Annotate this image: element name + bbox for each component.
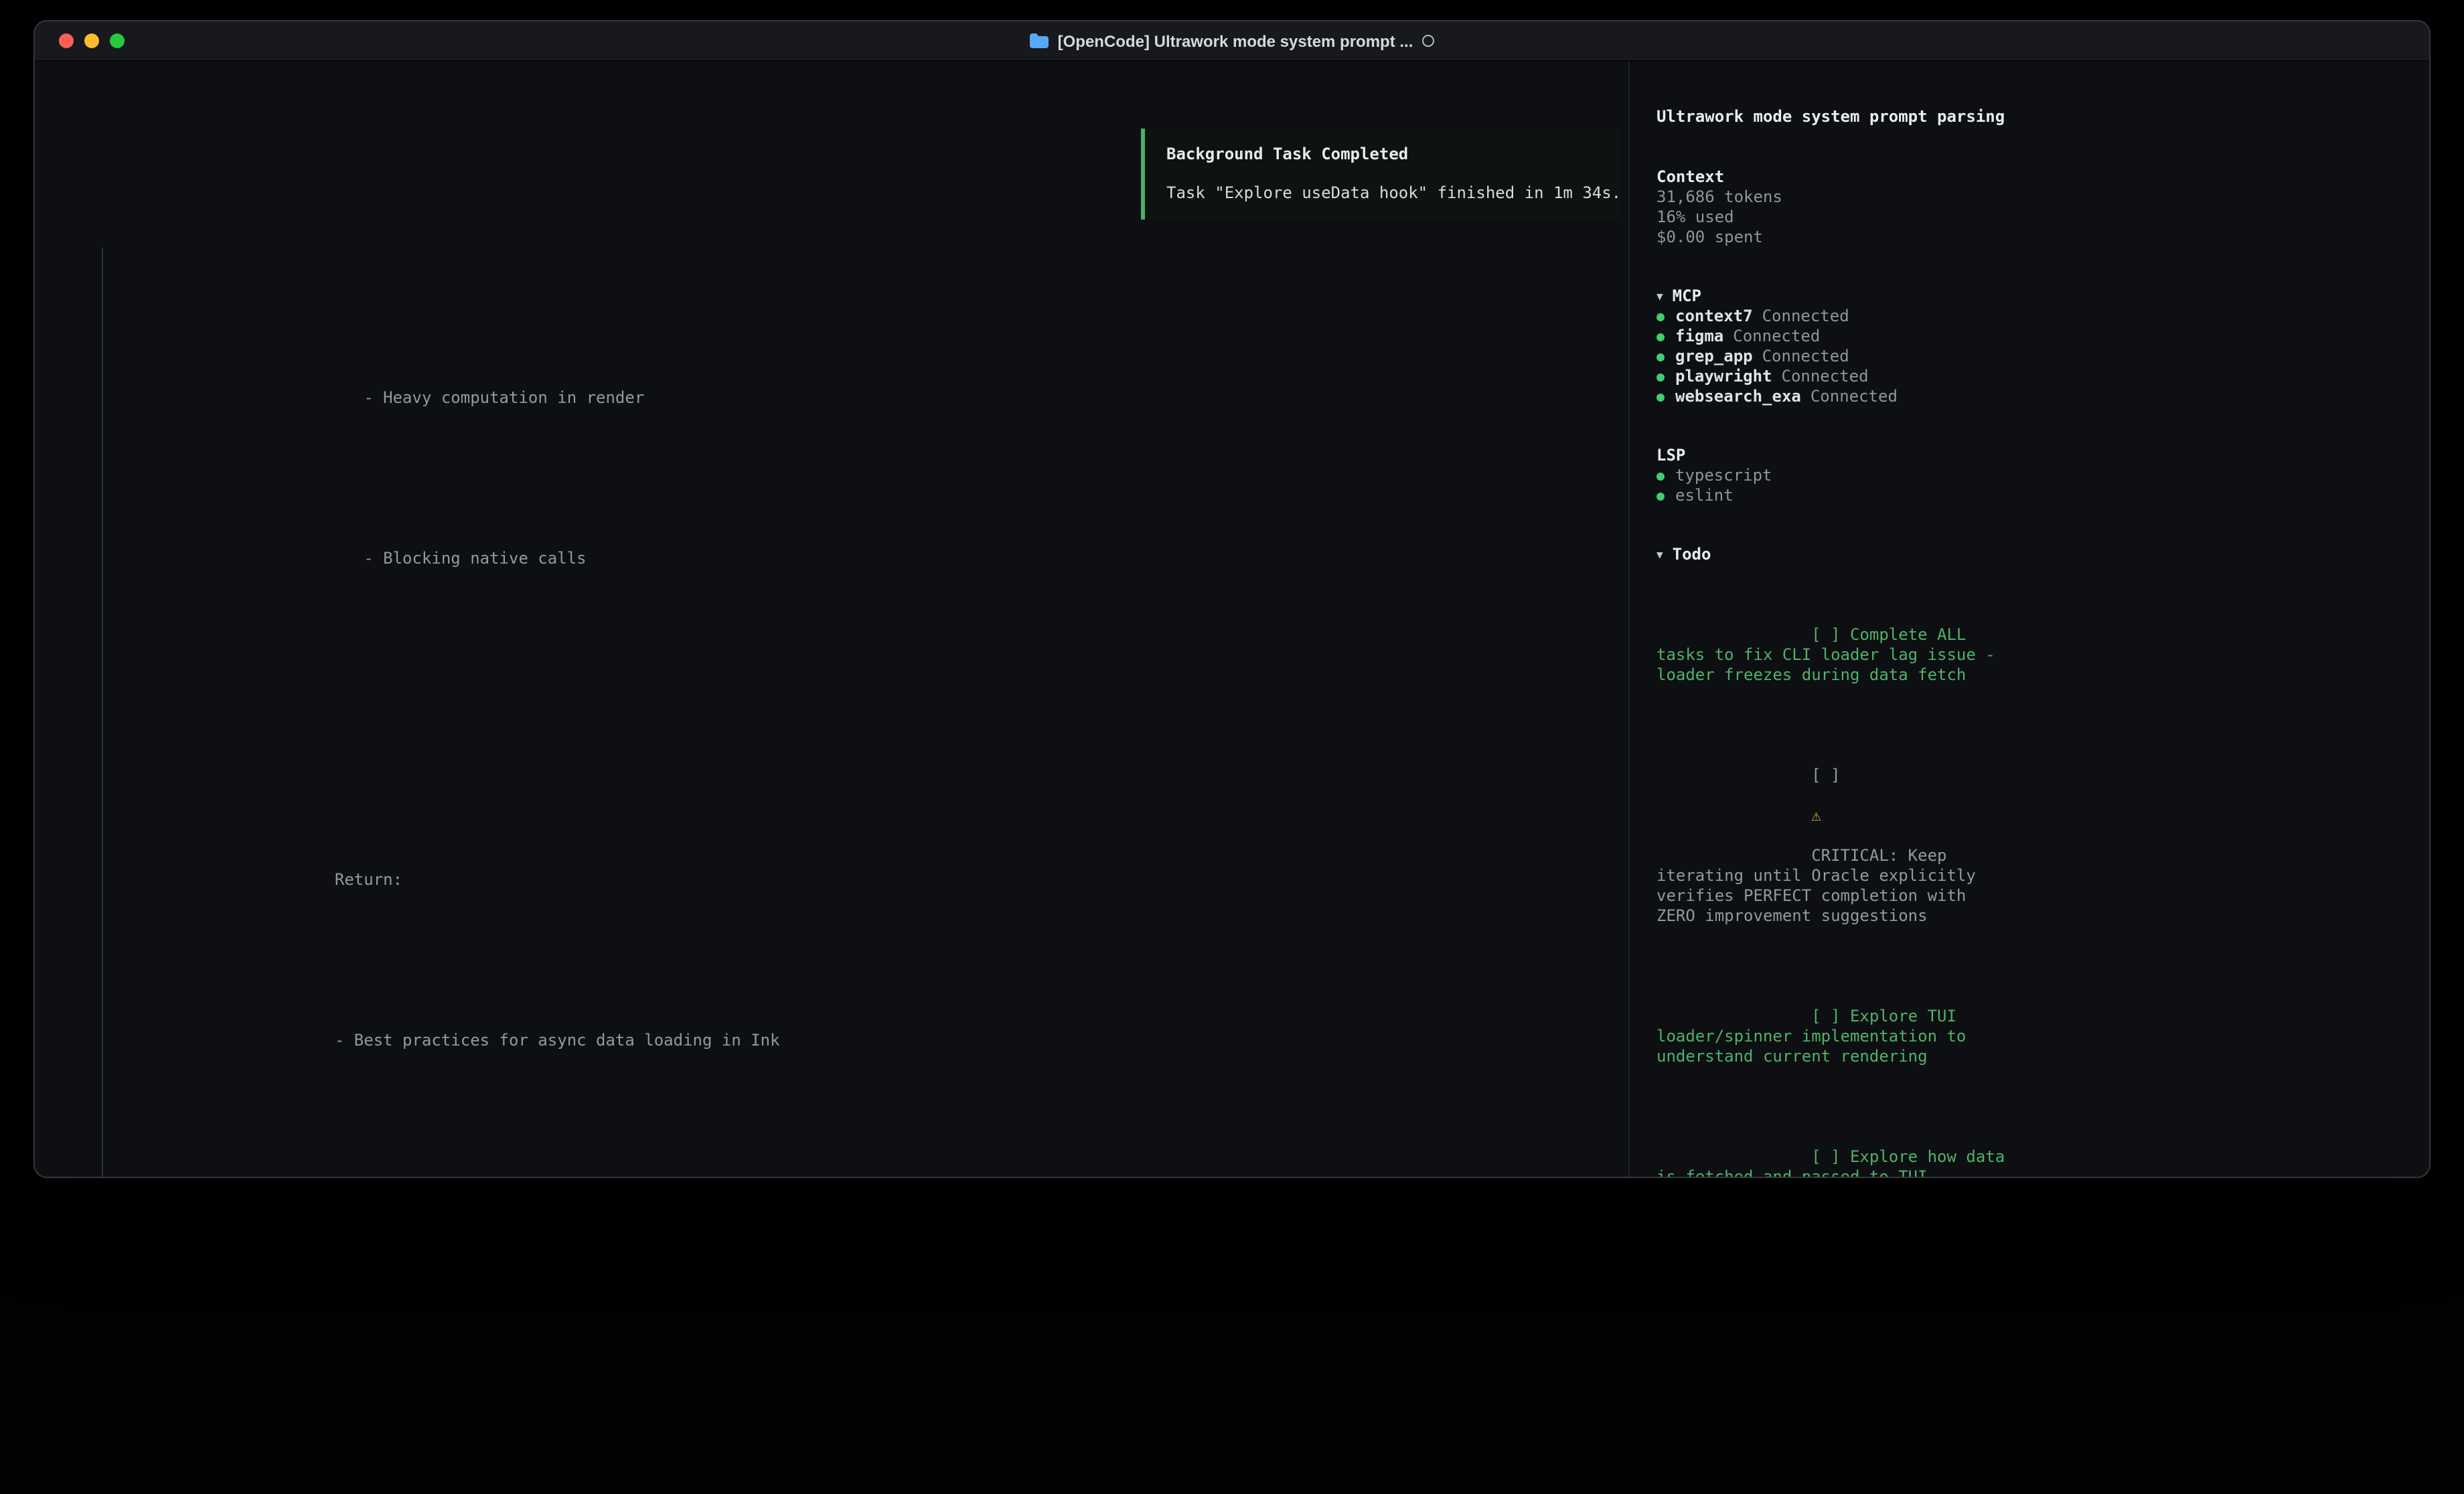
terminal-line: - Code examples of non-blocking patterns — [122, 1131, 1619, 1178]
status-dot-icon — [1657, 472, 1665, 480]
context-spent: $0.00 spent — [1657, 228, 2416, 248]
terminal-text-segment: Return: — [335, 870, 402, 889]
lsp-section-header: LSP — [1657, 446, 2416, 466]
status-dot-icon — [1657, 333, 1665, 341]
loading-circle-icon — [1422, 35, 1434, 47]
todo-item: [ ] Explore TUI loader/spinner implement… — [1657, 946, 2010, 1087]
todo-item: [ ] ⚠ CRITICAL: Keep iterating until Ora… — [1657, 706, 2010, 946]
mcp-server-status: Connected — [1762, 347, 1849, 367]
mcp-server-status: Connected — [1733, 327, 1820, 347]
window-title-group: [OpenCode] Ultrawork mode system prompt … — [1030, 31, 1435, 50]
lsp-server-item: eslint — [1657, 486, 2416, 506]
session-sidebar: Ultrawork mode system prompt parsing Con… — [1628, 62, 2429, 1177]
mcp-server-item: playwright Connected — [1657, 367, 2416, 387]
lsp-server-name: eslint — [1675, 486, 1734, 506]
mcp-server-name: playwright — [1675, 367, 1772, 387]
session-title: Ultrawork mode system prompt parsing — [1657, 107, 2010, 127]
todo-item: [ ] Complete ALL tasks to fix CLI loader… — [1657, 565, 2010, 706]
mcp-server-status: Connected — [1762, 307, 1849, 327]
context-heading: Context — [1657, 167, 2416, 187]
todo-heading: Todo — [1673, 545, 1711, 565]
terminal-block: - Heavy computation in render - Blocking… — [102, 248, 1619, 1178]
status-dot-icon — [1657, 373, 1665, 381]
terminal-window: [OpenCode] Ultrawork mode system prompt … — [33, 20, 2431, 1178]
terminal-text-segment: - Best practices for async data loading … — [335, 1031, 780, 1050]
todo-item: [ ] Explore how data is fetched and pass… — [1657, 1087, 2010, 1178]
lsp-server-list: typescript eslint — [1657, 466, 2416, 506]
status-dot-icon — [1657, 353, 1665, 361]
todo-text-segment: [ ] — [1811, 766, 1850, 784]
screen: [OpenCode] Ultrawork mode system prompt … — [0, 0, 2464, 1494]
mcp-server-item: context7 Connected — [1657, 307, 2416, 327]
minimize-button[interactable] — [84, 33, 99, 48]
terminal-line: - Heavy computation in render — [122, 328, 1619, 428]
terminal-line: - Blocking native calls — [122, 489, 1619, 589]
terminal-text-segment: - Heavy computation in render — [335, 388, 644, 407]
mcp-server-name: websearch_exa — [1675, 387, 1801, 407]
mcp-heading: MCP — [1673, 286, 1701, 307]
zoom-button[interactable] — [110, 33, 125, 48]
status-dot-icon — [1657, 492, 1665, 500]
status-dot-icon — [1657, 393, 1665, 401]
todo-text-segment: [ ] Complete ALL tasks to fix CLI loader… — [1657, 625, 2005, 684]
chevron-down-icon: ▼ — [1657, 545, 1663, 565]
terminal-text-segment — [335, 710, 344, 728]
terminal-line — [122, 649, 1619, 750]
mcp-server-status: Connected — [1811, 387, 1898, 407]
mcp-server-item: grep_app Connected — [1657, 347, 2416, 367]
window-title: [OpenCode] Ultrawork mode system prompt … — [1058, 31, 1413, 50]
mcp-server-item: websearch_exa Connected — [1657, 387, 2416, 407]
notification-title: Background Task Completed — [1166, 145, 1608, 165]
mcp-server-item: figma Connected — [1657, 327, 2416, 347]
status-dot-icon — [1657, 313, 1665, 321]
terminal-text-segment: - Blocking native calls — [335, 549, 587, 568]
todo-text-segment: [ ] Explore TUI loader/spinner implement… — [1657, 1007, 1976, 1066]
todo-section-header[interactable]: ▼ Todo — [1657, 545, 2416, 565]
todo-text-segment: ⚠ — [1811, 806, 1831, 825]
terminal-output: - Heavy computation in render - Blocking… — [122, 107, 1619, 1178]
lsp-server-item: typescript — [1657, 466, 2416, 486]
mcp-server-name: grep_app — [1675, 347, 1753, 367]
terminal-line: - Best practices for async data loading … — [122, 971, 1619, 1071]
todo-text-segment: [ ] Explore how data is fetched and pass… — [1657, 1147, 2015, 1178]
window-titlebar: [OpenCode] Ultrawork mode system prompt … — [35, 21, 2429, 62]
terminal-line: Return: — [122, 810, 1619, 910]
folder-icon — [1030, 33, 1049, 48]
todo-text-segment: CRITICAL: Keep iterating until Oracle ex… — [1657, 846, 1985, 925]
lsp-server-name: typescript — [1675, 466, 1772, 486]
lsp-heading: LSP — [1657, 446, 1685, 466]
traffic-lights — [59, 33, 125, 48]
close-button[interactable] — [59, 33, 74, 48]
notification-body: Task "Explore useData hook" finished in … — [1166, 183, 1608, 203]
window-body: Background Task Completed Task "Explore … — [35, 62, 2429, 1177]
todo-list: [ ] Complete ALL tasks to fix CLI loader… — [1657, 565, 2010, 1178]
chat-main-pane: Background Task Completed Task "Explore … — [35, 62, 1628, 1177]
context-used: 16% used — [1657, 208, 2416, 228]
mcp-server-name: figma — [1675, 327, 1723, 347]
terminal-blocks-a: - Heavy computation in render - Blocking… — [122, 167, 1619, 1178]
mcp-server-status: Connected — [1782, 367, 1869, 387]
mcp-section-header[interactable]: ▼ MCP — [1657, 286, 2416, 307]
context-tokens: 31,686 tokens — [1657, 187, 2416, 208]
mcp-server-list: context7 Connected figma Connected grep_ — [1657, 307, 2416, 407]
mcp-server-name: context7 — [1675, 307, 1753, 327]
notification-toast: Background Task Completed Task "Explore … — [1141, 129, 1619, 220]
chevron-down-icon: ▼ — [1657, 286, 1663, 307]
